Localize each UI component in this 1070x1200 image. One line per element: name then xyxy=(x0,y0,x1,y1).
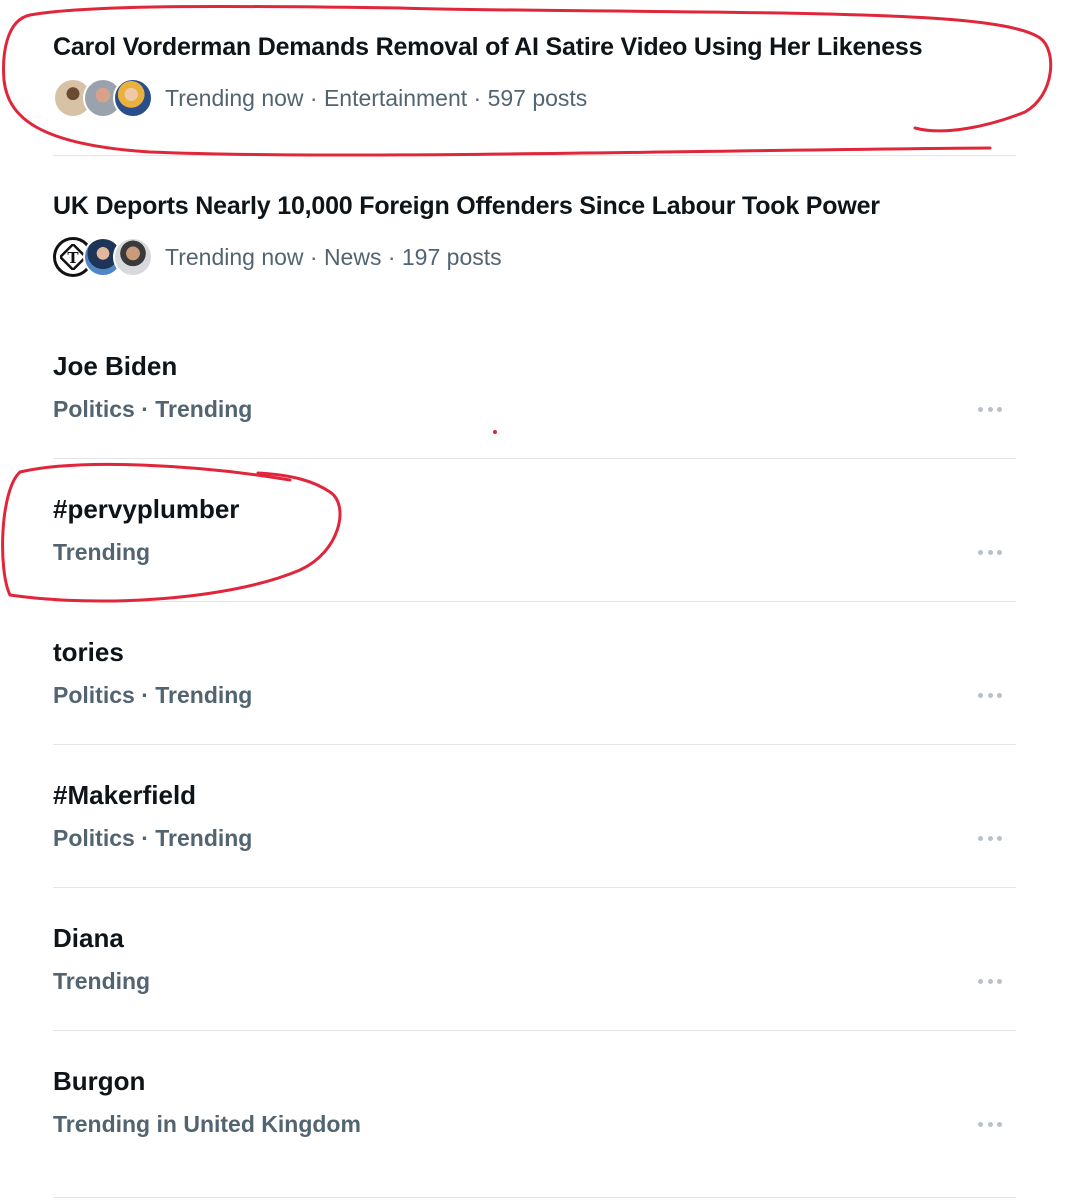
more-horizontal-icon[interactable] xyxy=(978,977,1002,985)
avatar xyxy=(113,78,153,118)
divider xyxy=(53,1197,1016,1198)
trend-context: Trending in United Kingdom xyxy=(53,1111,361,1137)
trend-item[interactable]: Joe Biden Politics · Trending xyxy=(53,316,1016,459)
divider xyxy=(53,155,1016,156)
trend-name[interactable]: #Makerfield xyxy=(53,780,196,810)
avatar xyxy=(113,237,153,277)
trend-context: Trending xyxy=(53,968,151,994)
trend-item[interactable]: #pervyplumber Trending xyxy=(53,459,1016,602)
trend-context: Politics · Trending xyxy=(53,396,253,422)
more-horizontal-icon[interactable] xyxy=(978,834,1002,842)
trend-name[interactable]: Burgon xyxy=(53,1066,145,1096)
trend-name[interactable]: tories xyxy=(53,637,124,667)
avatar-stack: T xyxy=(53,235,153,279)
story-meta: Trending now · Entertainment · 597 posts xyxy=(165,84,588,111)
story-title[interactable]: Carol Vorderman Demands Removal of AI Sa… xyxy=(53,32,923,62)
more-horizontal-icon[interactable] xyxy=(978,1120,1002,1128)
trend-context: Trending xyxy=(53,539,151,565)
trend-item[interactable]: Diana Trending xyxy=(53,888,1016,1031)
more-horizontal-icon[interactable] xyxy=(978,548,1002,556)
avatar-stack xyxy=(53,76,153,120)
story-meta: Trending now · News · 197 posts xyxy=(165,243,502,270)
trend-name[interactable]: #pervyplumber xyxy=(53,494,239,524)
trending-story[interactable]: UK Deports Nearly 10,000 Foreign Offende… xyxy=(53,191,880,277)
trend-item[interactable]: Burgon Trending in United Kingdom xyxy=(53,1031,1016,1174)
trend-context: Politics · Trending xyxy=(53,825,253,851)
trend-context: Politics · Trending xyxy=(53,682,253,708)
trend-item[interactable]: tories Politics · Trending xyxy=(53,602,1016,745)
trend-name[interactable]: Diana xyxy=(53,923,124,953)
svg-text:T: T xyxy=(67,249,79,267)
trending-story[interactable]: Carol Vorderman Demands Removal of AI Sa… xyxy=(53,32,923,118)
more-horizontal-icon[interactable] xyxy=(978,405,1002,413)
story-title[interactable]: UK Deports Nearly 10,000 Foreign Offende… xyxy=(53,191,880,221)
trend-item[interactable]: #Makerfield Politics · Trending xyxy=(53,745,1016,888)
more-horizontal-icon[interactable] xyxy=(978,691,1002,699)
trend-name[interactable]: Joe Biden xyxy=(53,351,177,381)
